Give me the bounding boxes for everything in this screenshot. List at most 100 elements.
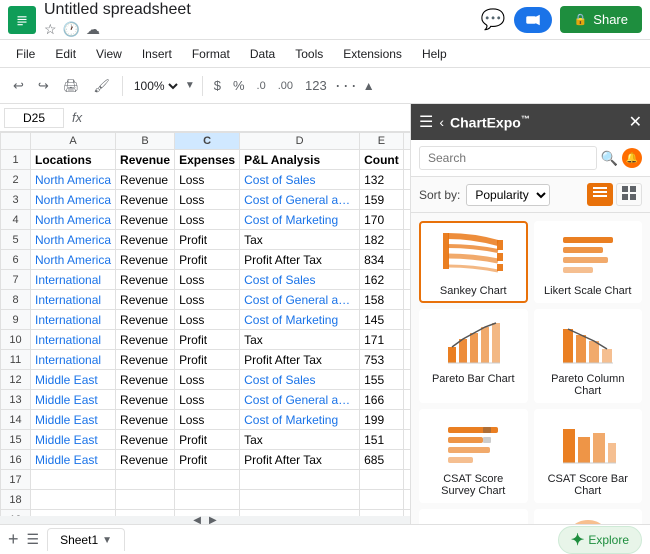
cell-e13[interactable]: 166 — [360, 390, 404, 410]
cell-d14[interactable]: Cost of Marketing — [240, 410, 360, 430]
cell-d5[interactable]: Tax — [240, 230, 360, 250]
cell-d13[interactable]: Cost of General and... — [240, 390, 360, 410]
chart-item-arrow[interactable] — [419, 509, 528, 524]
cell-f3[interactable] — [403, 190, 410, 210]
chat-button[interactable]: 💬 — [481, 7, 506, 32]
cell-a4[interactable]: North America — [31, 210, 116, 230]
more-toolbar-btn[interactable]: ··· — [335, 75, 359, 96]
cell-c13[interactable]: Loss — [175, 390, 240, 410]
cell-c11[interactable]: Profit — [175, 350, 240, 370]
cell-a15[interactable]: Middle East — [31, 430, 116, 450]
cell-e2[interactable]: 132 — [360, 170, 404, 190]
cell-d17[interactable] — [240, 470, 360, 490]
cell-f12[interactable] — [403, 370, 410, 390]
cell-d7[interactable]: Cost of Sales — [240, 270, 360, 290]
menu-insert[interactable]: Insert — [134, 44, 180, 64]
col-header-d[interactable]: D — [240, 133, 360, 150]
cell-d8[interactable]: Cost of General and... — [240, 290, 360, 310]
cell-c12[interactable]: Loss — [175, 370, 240, 390]
menu-data[interactable]: Data — [242, 44, 283, 64]
cell-a2[interactable]: North America — [31, 170, 116, 190]
cell-a14[interactable]: Middle East — [31, 410, 116, 430]
cell-e12[interactable]: 155 — [360, 370, 404, 390]
category-view-button[interactable] — [616, 183, 642, 206]
cell-b2[interactable]: Revenue — [116, 170, 175, 190]
chart-item-pareto-col[interactable]: Pareto Column Chart — [534, 309, 643, 403]
cell-d16[interactable]: Profit After Tax — [240, 450, 360, 470]
menu-edit[interactable]: Edit — [47, 44, 84, 64]
chart-item-pareto-bar[interactable]: Pareto Bar Chart — [419, 309, 528, 403]
cell-f8[interactable] — [403, 290, 410, 310]
cell-d11[interactable]: Profit After Tax — [240, 350, 360, 370]
col-header-f[interactable]: F — [403, 133, 410, 150]
panel-back-icon[interactable]: ‹ — [439, 114, 444, 130]
chart-item-donut[interactable] — [534, 509, 643, 524]
panel-close-button[interactable]: ✕ — [629, 112, 642, 132]
col-header-a[interactable]: A — [31, 133, 116, 150]
chart-item-csat-survey[interactable]: CSAT Score Survey Chart — [419, 409, 528, 503]
scroll-right-icon[interactable]: ▶ — [209, 515, 217, 525]
cell-d18[interactable] — [240, 490, 360, 510]
cell-b9[interactable]: Revenue — [116, 310, 175, 330]
cell-f13[interactable] — [403, 390, 410, 410]
cell-d1[interactable]: P&L Analysis — [240, 150, 360, 170]
cell-e17[interactable] — [360, 470, 404, 490]
cell-b3[interactable]: Revenue — [116, 190, 175, 210]
percent-btn[interactable]: % — [229, 76, 249, 95]
meet-button[interactable] — [514, 7, 552, 33]
cell-d12[interactable]: Cost of Sales — [240, 370, 360, 390]
cell-b11[interactable]: Revenue — [116, 350, 175, 370]
cell-c5[interactable]: Profit — [175, 230, 240, 250]
add-sheet-button[interactable]: + — [8, 529, 19, 550]
cell-d15[interactable]: Tax — [240, 430, 360, 450]
cell-c2[interactable]: Loss — [175, 170, 240, 190]
cell-e6[interactable]: 834 — [360, 250, 404, 270]
cell-b6[interactable]: Revenue — [116, 250, 175, 270]
menu-file[interactable]: File — [8, 44, 43, 64]
cell-a16[interactable]: Middle East — [31, 450, 116, 470]
cell-b14[interactable]: Revenue — [116, 410, 175, 430]
format123-btn[interactable]: 123 — [301, 76, 331, 95]
cell-b1[interactable]: Revenue — [116, 150, 175, 170]
scroll-left-icon[interactable]: ◀ — [193, 515, 201, 525]
cell-a10[interactable]: International — [31, 330, 116, 350]
col-header-b[interactable]: B — [116, 133, 175, 150]
cell-c4[interactable]: Loss — [175, 210, 240, 230]
cell-f2[interactable] — [403, 170, 410, 190]
cell-a8[interactable]: International — [31, 290, 116, 310]
chart-item-likert[interactable]: Likert Scale Chart — [534, 221, 643, 303]
cell-f9[interactable] — [403, 310, 410, 330]
cell-f14[interactable] — [403, 410, 410, 430]
cell-b18[interactable] — [116, 490, 175, 510]
cell-e4[interactable]: 170 — [360, 210, 404, 230]
decimal2-btn[interactable]: .00 — [274, 78, 297, 94]
cell-e18[interactable] — [360, 490, 404, 510]
share-button[interactable]: 🔒 Share — [560, 6, 642, 33]
cell-c9[interactable]: Loss — [175, 310, 240, 330]
menu-view[interactable]: View — [88, 44, 130, 64]
cell-e7[interactable]: 162 — [360, 270, 404, 290]
menu-help[interactable]: Help — [414, 44, 455, 64]
print-button[interactable]: 🖨 — [58, 75, 85, 97]
cell-d6[interactable]: Profit After Tax — [240, 250, 360, 270]
cell-e8[interactable]: 158 — [360, 290, 404, 310]
sortby-select[interactable]: Popularity Name Recent — [466, 184, 550, 206]
menu-tools[interactable]: Tools — [287, 44, 331, 64]
cell-f4[interactable] — [403, 210, 410, 230]
cell-c17[interactable] — [175, 470, 240, 490]
cell-b16[interactable]: Revenue — [116, 450, 175, 470]
chart-item-sankey[interactable]: Sankey Chart — [419, 221, 528, 303]
explore-button[interactable]: ✦ Explore — [558, 526, 642, 554]
cell-c6[interactable]: Profit — [175, 250, 240, 270]
decimal1-btn[interactable]: .0 — [253, 78, 270, 94]
cell-f1[interactable] — [403, 150, 410, 170]
list-view-button[interactable] — [587, 183, 613, 206]
cell-a6[interactable]: North America — [31, 250, 116, 270]
cell-b15[interactable]: Revenue — [116, 430, 175, 450]
cell-f10[interactable] — [403, 330, 410, 350]
cell-a5[interactable]: North America — [31, 230, 116, 250]
cell-a11[interactable]: International — [31, 350, 116, 370]
cell-b7[interactable]: Revenue — [116, 270, 175, 290]
currency-btn[interactable]: $ — [210, 76, 225, 95]
formula-input[interactable] — [90, 111, 406, 125]
